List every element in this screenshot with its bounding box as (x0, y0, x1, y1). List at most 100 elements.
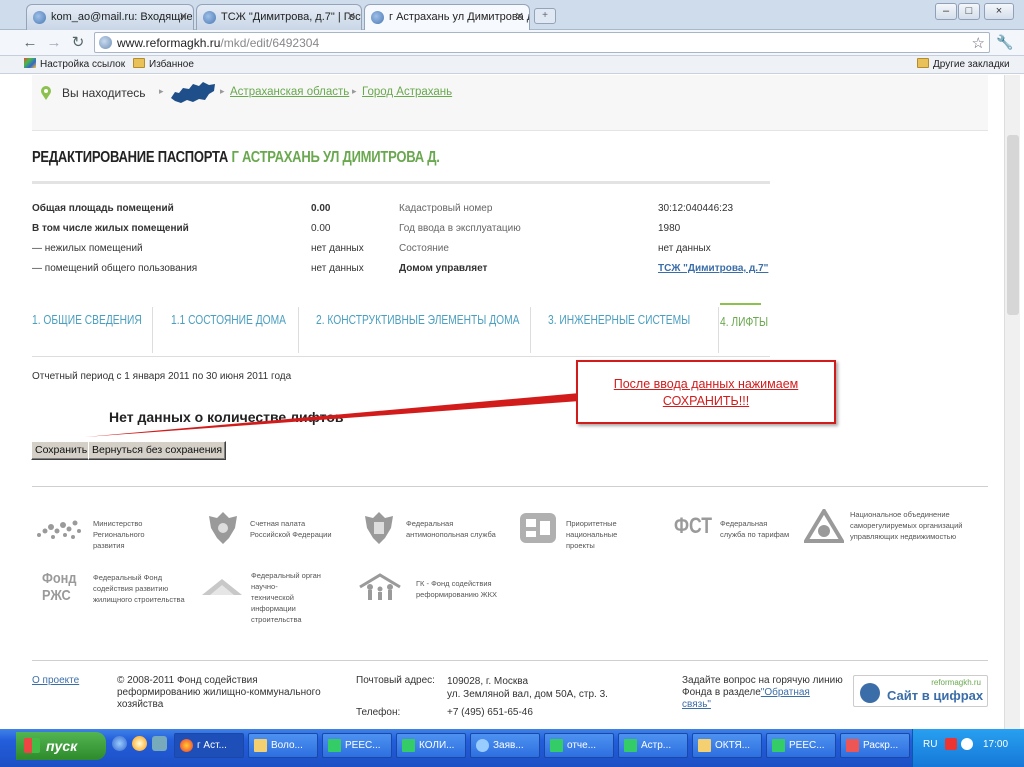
info-label: — помещений общего пользования (32, 263, 198, 274)
priority-projects-icon[interactable] (518, 509, 558, 547)
close-tab-icon[interactable]: ✕ (347, 10, 356, 23)
partner-tech-info[interactable]: Федеральный орган научно- технической ин… (251, 570, 321, 625)
taskbar-task[interactable]: отче... (544, 733, 614, 758)
partner-fas[interactable]: Федеральная антимонопольная служба (406, 518, 496, 540)
house-family-icon[interactable] (356, 573, 404, 603)
address-line: 109028, г. Москва (447, 676, 529, 687)
minimize-button[interactable]: – (935, 3, 957, 20)
page-scrollbar[interactable] (1004, 75, 1020, 729)
callout-line-1: После ввода данных нажимаем (613, 377, 799, 391)
maximize-button[interactable]: □ (958, 3, 980, 20)
task-label: отче... (567, 740, 597, 751)
bookmark-settings[interactable]: Настройка ссылок (24, 58, 125, 70)
partner-text: Федеральная (406, 519, 454, 528)
folder-icon (917, 58, 929, 68)
partner-text: национальные (566, 530, 618, 539)
tab-label: 1.1 СОСТОЯНИЕ ДОМА (171, 313, 287, 327)
partner-text: строительства (251, 615, 302, 624)
taskbar-task[interactable]: КОЛИ... (396, 733, 466, 758)
taskbar-task[interactable]: Воло... (248, 733, 318, 758)
close-tab-icon[interactable]: ✕ (515, 10, 524, 23)
windows-taskbar: пуск г Аст... Воло... РЕЕС... КОЛИ... За… (0, 729, 1024, 767)
instruction-callout: После ввода данных нажимаем СОХРАНИТЬ!!! (576, 360, 836, 424)
taskbar-task[interactable]: РЕЕС... (766, 733, 836, 758)
tab-house-state[interactable]: 1.1 СОСТОЯНИЕ ДОМА (171, 303, 286, 356)
wrench-icon[interactable]: 🔧 (996, 34, 1013, 51)
breadcrumb-arrow-icon: ▸ (352, 86, 357, 96)
system-tray: RU 17:00 (912, 729, 1024, 767)
info-value: 30:12:040446:23 (658, 203, 734, 214)
back-without-save-button[interactable]: Вернуться без сохранения (88, 441, 227, 460)
callout-arrow (85, 393, 580, 437)
tab-lifts[interactable]: 4. ЛИФТЫ (720, 303, 768, 356)
partner-accounts-chamber[interactable]: Счетная палата Российской Федерации (250, 518, 332, 540)
other-bookmarks[interactable]: Другие закладки (917, 58, 1010, 70)
breadcrumb-link-region[interactable]: Астраханская область (230, 86, 349, 98)
forward-arrow-icon[interactable]: → (44, 33, 64, 53)
fas-emblem-icon[interactable] (361, 508, 397, 548)
desktop-icon[interactable] (152, 736, 167, 751)
bookmark-star-icon[interactable]: ☆ (972, 34, 985, 52)
task-label: Астр... (641, 740, 672, 751)
partner-fst[interactable]: Федеральная служба по тарифам (720, 518, 789, 540)
info-value: нет данных (311, 243, 364, 254)
bookmark-favorites[interactable]: Избанное (133, 58, 194, 70)
tab-engineering[interactable]: 3. ИНЖЕНЕРНЫЕ СИСТЕМЫ (548, 303, 690, 356)
bookmark-label: Настройка ссылок (40, 59, 126, 70)
partner-minregion[interactable]: Министерство Регионального развития (93, 518, 145, 551)
tab-construction[interactable]: 2. КОНСТРУКТИВНЫЕ ЭЛЕМЕНТЫ ДОМА (316, 303, 520, 356)
sayt-domain: reformagkh.ru (931, 678, 981, 687)
browser-tab-tsj[interactable]: ТСЖ "Димитрова, д.7" | Госу ✕ (196, 4, 362, 30)
browser-tab-mail[interactable]: kom_ao@mail.ru: Входящие ✕ (26, 4, 194, 30)
new-tab-button[interactable]: + (534, 8, 556, 24)
location-pin-icon (41, 86, 51, 100)
breadcrumb-link-city[interactable]: Город Астрахань (362, 86, 452, 98)
back-arrow-icon[interactable]: ← (20, 33, 40, 53)
feedback-link[interactable]: "Обратная (761, 687, 810, 698)
page-favicon-icon (203, 11, 216, 24)
partner-priority-projects[interactable]: Приоритетные национальные проекты (566, 518, 617, 551)
taskbar-task[interactable]: Астр... (618, 733, 688, 758)
browser-tab-active[interactable]: г Астрахань ул Димитрова д ✕ (364, 4, 530, 31)
passport-tabs: 1. ОБЩИЕ СВЕДЕНИЯ 1.1 СОСТОЯНИЕ ДОМА 2. … (32, 303, 770, 357)
start-button[interactable]: пуск (16, 732, 106, 760)
minregion-logo-icon[interactable] (33, 515, 85, 545)
antivirus-icon[interactable] (945, 738, 957, 750)
feedback-link[interactable]: связь" (682, 699, 711, 710)
media-player-icon[interactable] (132, 736, 147, 751)
reporting-period: Отчетный период с 1 января 2011 по 30 ию… (32, 371, 292, 382)
partner-nosn[interactable]: Национальное объединение саморегулируемы… (850, 509, 962, 542)
taskbar-task[interactable]: Заяв... (470, 733, 540, 758)
rzhs-logo-icon[interactable]: Фонд РЖС (42, 570, 76, 604)
partner-rzhs[interactable]: Федеральный Фонд содействия развитию жил… (93, 572, 185, 605)
scrollbar-thumb[interactable] (1007, 135, 1019, 315)
roof-logo-icon[interactable] (200, 575, 244, 597)
taskbar-task[interactable]: РЕЕС... (322, 733, 392, 758)
management-company-link[interactable]: ТСЖ "Димитрова, д.7" (658, 263, 768, 274)
excel-icon (772, 739, 785, 752)
network-icon[interactable] (961, 738, 973, 750)
task-label: Заяв... (493, 740, 524, 751)
coat-of-arms-icon[interactable] (205, 508, 241, 548)
taskbar-task-browser[interactable]: г Аст... (174, 733, 244, 758)
russia-map-icon[interactable] (169, 78, 217, 106)
ie-icon[interactable] (112, 736, 127, 751)
taskbar-task[interactable]: ОКТЯ... (692, 733, 762, 758)
tab-general[interactable]: 1. ОБЩИЕ СВЕДЕНИЯ (32, 303, 142, 356)
site-in-numbers-button[interactable]: reformagkh.ru Сайт в цифрах (853, 675, 988, 707)
info-value: 0.00 (311, 203, 331, 214)
language-indicator[interactable]: RU (923, 739, 937, 750)
save-button[interactable]: Сохранить (31, 441, 92, 460)
taskbar-task[interactable]: Раскр... (840, 733, 910, 758)
fst-logo-icon[interactable]: ФСТ (674, 513, 712, 539)
address-bar[interactable]: www.reformagkh.ru/mkd/edit/6492304 ☆ (94, 32, 990, 53)
info-value: 0.00 (311, 223, 331, 234)
close-window-button[interactable]: × (984, 3, 1014, 20)
partner-text: Министерство (93, 519, 143, 528)
nosn-logo-icon[interactable] (804, 509, 844, 545)
about-link[interactable]: О проекте (32, 675, 79, 687)
close-tab-icon[interactable]: ✕ (179, 10, 188, 23)
reload-icon[interactable]: ↻ (68, 33, 88, 53)
partner-fund-zhkh[interactable]: ГК - Фонд содействия реформированию ЖКХ (416, 578, 497, 600)
partner-text: жилищного строительства (93, 595, 185, 604)
